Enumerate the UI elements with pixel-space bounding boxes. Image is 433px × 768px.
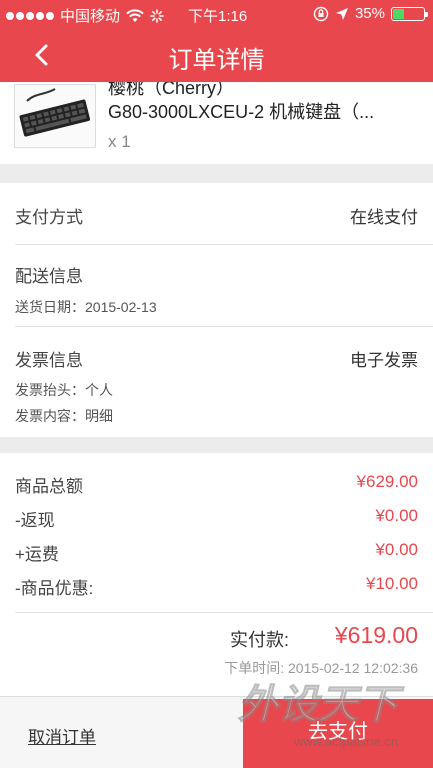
status-time: 下午1:16 xyxy=(188,8,248,25)
product-card[interactable]: 樱桃（Cherry） G80-3000LXCEU-2 机械键盘（... x 1 xyxy=(0,82,433,164)
shipping-value: ¥0.00 xyxy=(375,540,418,559)
page-title: 订单详情 xyxy=(168,47,265,74)
cashback-value: ¥0.00 xyxy=(375,506,418,525)
invoice-content: 发票内容：明细 xyxy=(15,408,113,424)
product-quantity: x 1 xyxy=(108,132,131,151)
status-right: 35% xyxy=(313,5,428,22)
divider xyxy=(15,612,433,613)
subtotal-value: ¥629.00 xyxy=(356,472,418,491)
divider xyxy=(15,326,433,327)
payment-method-label: 支付方式 xyxy=(15,208,83,227)
status-left: 中国移动 xyxy=(6,5,164,26)
discount-label: -商品优惠: xyxy=(15,579,94,598)
battery-percent: 35% xyxy=(354,5,385,22)
nav-bar: 订单详情 xyxy=(0,28,433,82)
loading-icon xyxy=(150,8,164,23)
subtotal-label: 商品总额 xyxy=(15,477,83,496)
invoice-title: 发票抬头：个人 xyxy=(15,382,113,398)
keyboard-image xyxy=(14,84,96,148)
order-info-card: 支付方式 在线支付 配送信息 送货日期：2015-02-13 发票信息 电子发票… xyxy=(0,183,433,437)
shipping-label: +运费 xyxy=(15,545,59,564)
bottom-action-bar: 取消订单 去支付 xyxy=(0,696,433,768)
orientation-lock-icon xyxy=(313,6,329,21)
cancel-order-button[interactable]: 取消订单 xyxy=(28,723,96,748)
carrier-label: 中国移动 xyxy=(60,8,121,25)
delivery-info-label: 配送信息 xyxy=(15,267,83,286)
totals-card: 商品总额 ¥629.00 -返现 ¥0.00 +运费 ¥0.00 -商品优惠: … xyxy=(0,453,433,696)
amount-paid-value: ¥619.00 xyxy=(334,622,418,648)
discount-value: ¥10.00 xyxy=(366,574,418,593)
location-arrow-icon xyxy=(335,7,348,20)
divider xyxy=(15,244,433,245)
invoice-type-value: 电子发票 xyxy=(350,351,418,370)
amount-paid-label: 实付款: xyxy=(230,630,290,650)
payment-method-value: 在线支付 xyxy=(350,208,418,227)
wifi-icon xyxy=(126,8,144,22)
order-time: 下单时间: 2015-02-12 12:02:36 xyxy=(224,660,418,676)
product-name: G80-3000LXCEU-2 机械键盘（... xyxy=(108,102,375,122)
delivery-date: 送货日期：2015-02-13 xyxy=(15,299,157,315)
pay-button[interactable]: 去支付 xyxy=(243,699,433,768)
cashback-label: -返现 xyxy=(15,511,55,530)
battery-icon xyxy=(391,6,428,21)
status-bar: 中国移动 下午1:16 35% xyxy=(0,0,433,28)
signal-dots-icon xyxy=(6,11,54,20)
invoice-info-label: 发票信息 xyxy=(15,351,83,370)
